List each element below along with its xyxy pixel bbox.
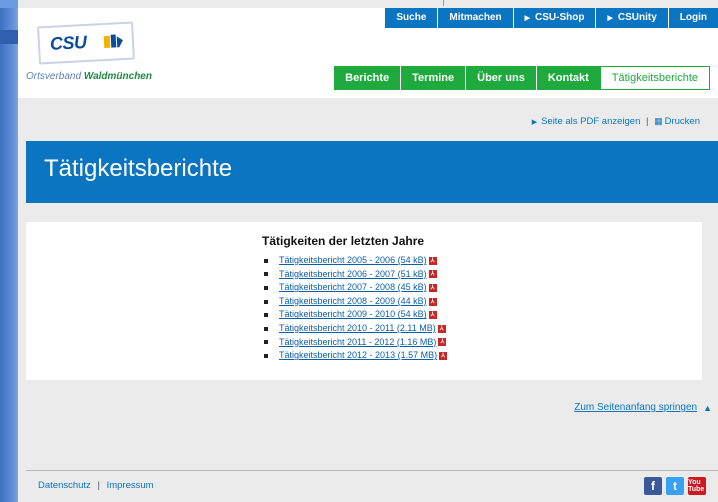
pdf-icon[interactable]: ⅄: [438, 338, 447, 347]
list-item: Tätigkeitsbericht 2005 - 2006 (54 kB) ⅄: [264, 254, 447, 268]
pdf-link[interactable]: Seite als PDF anzeigen: [541, 116, 640, 127]
lion-icon: [103, 34, 123, 49]
pdf-icon[interactable]: ⅄: [428, 283, 437, 292]
report-link[interactable]: Tätigkeitsbericht 2007 - 2008 (45 kB): [279, 281, 427, 295]
bullet: [264, 272, 268, 277]
topnav-item-login[interactable]: Login: [667, 8, 718, 28]
print-link[interactable]: Drucken: [665, 116, 700, 127]
topnav-label: CSU-Shop: [535, 12, 585, 23]
csu-logo[interactable]: CSU: [37, 21, 135, 65]
topnav-label: Mitmachen: [449, 12, 502, 23]
bullet: [264, 353, 268, 358]
pdf-icon[interactable]: ⅄: [437, 324, 446, 333]
tools-separator: |: [646, 116, 649, 127]
page-title: Tätigkeitsberichte: [44, 155, 233, 182]
scroll-top-link[interactable]: Zum Seitenanfang springen: [574, 402, 697, 413]
top-navigation: Suche Mitmachen ▶ CSU-Shop ▶ CSUnity Login: [384, 8, 718, 28]
list-item: Tätigkeitsbericht 2010 - 2011 (2.11 MB) ⅄: [264, 322, 447, 336]
list-item: Tätigkeitsbericht 2009 - 2010 (54 kB) ⅄: [264, 308, 447, 322]
tab-2[interactable]: Über uns: [465, 66, 536, 90]
tab-4[interactable]: Tätigkeitsberichte: [599, 66, 710, 90]
twitter-icon[interactable]: t: [666, 477, 684, 495]
facebook-icon[interactable]: f: [644, 477, 662, 495]
title-banner: Tätigkeitsberichte: [26, 141, 718, 203]
pdf-icon[interactable]: ⅄: [428, 297, 437, 306]
desktop-left-edge: [0, 0, 18, 502]
desktop-tab: [0, 0, 18, 8]
print-icon: ▦: [654, 116, 663, 126]
footer-links: Datenschutz | Impressum: [38, 480, 154, 491]
list-item: Tätigkeitsbericht 2007 - 2008 (45 kB) ⅄: [264, 281, 447, 295]
topnav-item-csu-shop[interactable]: ▶ CSU-Shop: [512, 8, 596, 28]
logo-text: CSU: [49, 31, 87, 54]
bullet: [264, 299, 268, 304]
topnav-item-csunity[interactable]: ▶ CSUnity: [595, 8, 668, 28]
topnav-label: CSUnity: [617, 12, 657, 23]
browser-mini-icons: [248, 0, 308, 15]
list-item: Tätigkeitsbericht 2006 - 2007 (51 kB) ⅄: [264, 268, 447, 282]
report-link[interactable]: Tätigkeitsbericht 2008 - 2009 (44 kB): [279, 295, 427, 309]
youtube-icon[interactable]: You Tube: [688, 477, 706, 495]
arrow-up-icon[interactable]: ▲: [703, 403, 712, 413]
report-link[interactable]: Tätigkeitsbericht 2009 - 2010 (54 kB): [279, 308, 427, 322]
topnav-item-suche[interactable]: Suche: [384, 8, 438, 28]
desktop-tab-dark: [0, 30, 18, 44]
pdf-icon[interactable]: ⅄: [428, 311, 437, 320]
tab-1[interactable]: Termine: [400, 66, 466, 90]
list-item: Tätigkeitsbericht 2008 - 2009 (44 kB) ⅄: [264, 295, 447, 309]
ortsverband-name: Waldmünchen: [83, 71, 152, 82]
report-link[interactable]: Tätigkeitsbericht 2005 - 2006 (54 kB): [279, 254, 427, 268]
site-header: CSU Ortsverband Waldmünchen Suche Mitmach…: [18, 8, 718, 98]
triangle-right-icon: ▶: [531, 119, 538, 126]
site-footer: Datenschutz | Impressum f t You Tube: [26, 470, 718, 502]
impressum-link[interactable]: Impressum: [107, 480, 154, 491]
datenschutz-link[interactable]: Datenschutz: [38, 480, 91, 491]
bullet: [264, 313, 268, 318]
tab-3[interactable]: Kontakt: [535, 66, 600, 90]
triangle-right-icon: ▶: [524, 15, 531, 22]
report-link[interactable]: Tätigkeitsbericht 2006 - 2007 (51 kB): [279, 268, 427, 282]
report-list: Tätigkeitsbericht 2005 - 2006 (54 kB) ⅄ Tä…: [264, 254, 448, 363]
scroll-top[interactable]: Zum Seitenanfang springen ▲: [574, 402, 712, 413]
bullet: [264, 340, 268, 345]
topnav-label: Login: [679, 12, 707, 23]
page-tools: ▶ Seite als PDF anzeigen | ▦ Drucken: [532, 116, 700, 127]
topnav-label: Suche: [396, 12, 427, 23]
tab-0[interactable]: Berichte: [333, 66, 401, 90]
main-navigation: Berichte Termine Über uns Kontakt Tätigkeits…: [333, 66, 710, 90]
list-item: Tätigkeitsbericht 2011 - 2012 (1.16 MB) ⅄: [264, 336, 447, 350]
triangle-right-icon: ▶: [607, 15, 613, 22]
ortsverband-label: Ortsverband Waldmünchen: [26, 71, 152, 82]
report-link[interactable]: Tätigkeitsbericht 2011 - 2012 (1.16 MB): [279, 336, 436, 350]
pdf-icon[interactable]: ⅄: [428, 256, 437, 265]
divider: [443, 0, 444, 6]
report-link[interactable]: Tätigkeitsbericht 2010 - 2011 (2.11 MB): [279, 322, 436, 336]
pdf-icon[interactable]: ⅄: [439, 351, 448, 360]
web-page: CSU Ortsverband Waldmünchen Suche Mitmach…: [18, 0, 718, 502]
list-item: Tätigkeitsbericht 2012 - 2013 (1.57 MB) ⅄: [264, 349, 448, 363]
bullet: [264, 326, 268, 331]
content-box: Tätigkeiten der letzten Jahre Tätigkeits…: [26, 222, 702, 380]
social-links: f t You Tube: [644, 477, 706, 495]
topnav-item-mitmachen[interactable]: Mitmachen: [437, 8, 513, 28]
bullet: [264, 258, 268, 263]
section-heading: Tätigkeiten der letzten Jahre: [262, 234, 425, 248]
ortsverband-prefix: Ortsverband: [26, 71, 82, 82]
pdf-icon[interactable]: ⅄: [428, 270, 437, 279]
report-link[interactable]: Tätigkeitsbericht 2012 - 2013 (1.57 MB): [279, 349, 437, 363]
footer-separator: |: [97, 480, 100, 491]
bullet: [264, 285, 268, 290]
